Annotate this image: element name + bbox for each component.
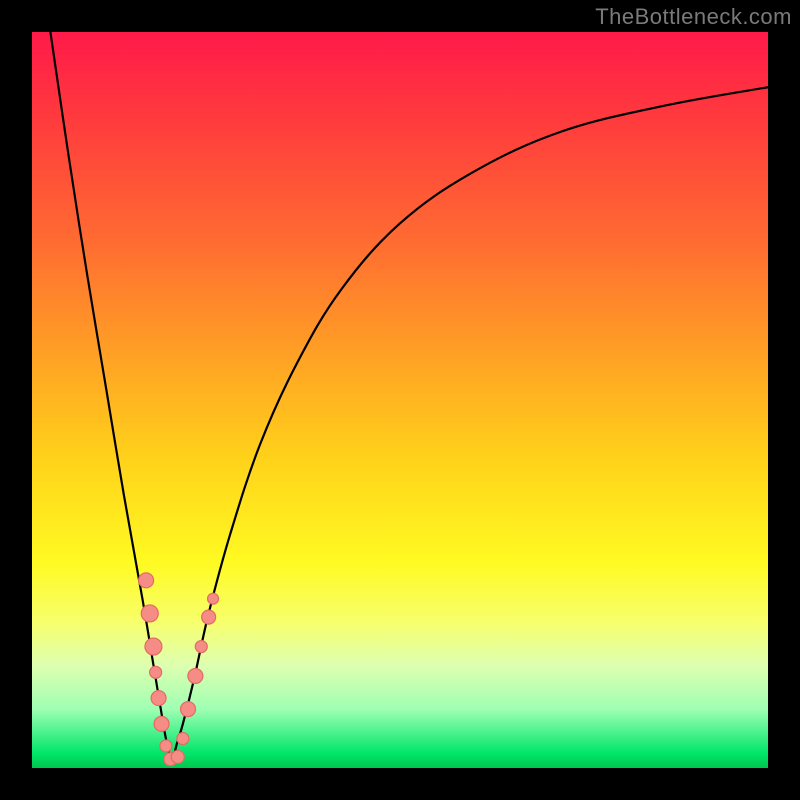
marker-dot bbox=[202, 610, 216, 624]
outer-frame: TheBottleneck.com bbox=[0, 0, 800, 800]
marker-dot bbox=[171, 750, 184, 763]
marker-dot bbox=[208, 593, 219, 604]
marker-dot bbox=[145, 638, 162, 655]
marker-dot bbox=[139, 573, 154, 588]
marker-dot bbox=[177, 733, 189, 745]
marker-dot bbox=[150, 666, 162, 678]
chart-svg bbox=[32, 32, 768, 768]
marker-dot bbox=[141, 605, 158, 622]
marker-dot bbox=[160, 740, 172, 752]
marker-dot bbox=[154, 716, 169, 731]
marker-dot bbox=[181, 702, 196, 717]
right-branch-path bbox=[173, 87, 768, 760]
marker-dot bbox=[195, 641, 207, 653]
watermark-text: TheBottleneck.com bbox=[595, 4, 792, 30]
plot-area bbox=[32, 32, 768, 768]
marker-dot bbox=[188, 669, 203, 684]
marker-dot bbox=[151, 691, 166, 706]
markers-group bbox=[139, 573, 219, 766]
